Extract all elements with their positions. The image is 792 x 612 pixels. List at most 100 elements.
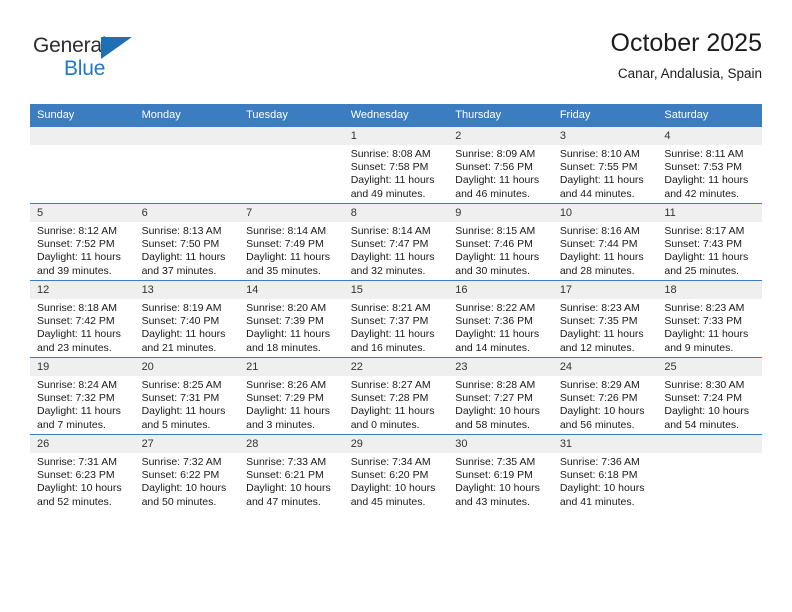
day-number: 30 — [448, 435, 553, 453]
calendar-week-row: 26 Sunrise: 7:31 AM Sunset: 6:23 PM Dayligh… — [30, 434, 762, 511]
daylight-duration-line1: Daylight: 11 hours — [455, 328, 540, 341]
calendar-day-cell[interactable]: 27 Sunrise: 7:32 AM Sunset: 6:22 PM Dayligh… — [134, 434, 240, 511]
calendar-day-cell[interactable]: 11 Sunrise: 8:17 AM Sunset: 7:43 PM Dayligh… — [657, 203, 762, 281]
day-number: 19 — [30, 358, 135, 376]
calendar-week-row: 5 Sunrise: 8:12 AM Sunset: 7:52 PM Daylight… — [30, 203, 762, 281]
day-number: 25 — [657, 358, 762, 376]
day-number: 4 — [657, 127, 762, 145]
daylight-duration-line2: and 35 minutes. — [246, 264, 321, 277]
day-sun-info: Sunrise: 8:21 AM Sunset: 7:37 PM Daylight:… — [344, 299, 449, 355]
daylight-duration-line1: Daylight: 11 hours — [141, 251, 226, 264]
day-number: 13 — [134, 281, 240, 299]
calendar-day-cell[interactable]: 16 Sunrise: 8:22 AM Sunset: 7:36 PM Dayligh… — [448, 280, 553, 358]
daylight-duration-line1: Daylight: 11 hours — [37, 405, 121, 418]
sunset-time: Sunset: 7:47 PM — [350, 238, 429, 251]
sunset-time: Sunset: 7:58 PM — [350, 161, 429, 174]
calendar-day-cell[interactable]: 31 Sunrise: 7:36 AM Sunset: 6:18 PM Dayligh… — [552, 434, 658, 511]
page-header: General Blue October 2025 Canar, Andalus… — [30, 28, 762, 98]
calendar-day-cell[interactable]: 18 Sunrise: 8:23 AM Sunset: 7:33 PM Dayligh… — [657, 280, 762, 358]
daylight-duration-line1: Daylight: 11 hours — [246, 405, 330, 418]
sunset-time: Sunset: 7:40 PM — [141, 315, 220, 328]
day-sun-info: Sunrise: 8:29 AM Sunset: 7:26 PM Daylight:… — [553, 376, 658, 432]
calendar-day-cell[interactable]: 20 Sunrise: 8:25 AM Sunset: 7:31 PM Dayligh… — [134, 357, 240, 435]
sunset-time: Sunset: 7:33 PM — [664, 315, 743, 328]
weekday-header-wednesday: Wednesday — [343, 104, 449, 127]
sunset-time: Sunset: 7:46 PM — [455, 238, 533, 251]
day-number: 23 — [448, 358, 553, 376]
daylight-duration-line1: Daylight: 11 hours — [350, 174, 435, 187]
daylight-duration-line2: and 52 minutes. — [37, 495, 112, 508]
sunset-time: Sunset: 7:49 PM — [246, 238, 324, 251]
daylight-duration-line1: Daylight: 11 hours — [246, 328, 330, 341]
day-number: 20 — [134, 358, 240, 376]
calendar-week-row: 19 Sunrise: 8:24 AM Sunset: 7:32 PM Dayligh… — [30, 357, 762, 435]
calendar-day-cell[interactable]: 9 Sunrise: 8:15 AM Sunset: 7:46 PM Daylight… — [448, 203, 553, 281]
calendar-day-cell[interactable]: 22 Sunrise: 8:27 AM Sunset: 7:28 PM Dayligh… — [343, 357, 449, 435]
calendar-day-cell[interactable]: 5 Sunrise: 8:12 AM Sunset: 7:52 PM Daylight… — [30, 203, 135, 281]
day-number: 8 — [343, 204, 449, 222]
daylight-duration-line2: and 50 minutes. — [141, 495, 217, 508]
weekday-header-monday: Monday — [134, 104, 240, 127]
calendar-day-cell[interactable]: 28 Sunrise: 7:33 AM Sunset: 6:21 PM Dayligh… — [239, 434, 344, 511]
day-number — [134, 127, 240, 145]
calendar-day-cell[interactable]: 7 Sunrise: 8:14 AM Sunset: 7:49 PM Daylight… — [239, 203, 344, 281]
daylight-duration-line2: and 42 minutes. — [664, 187, 740, 200]
calendar-day-cell[interactable]: 1 Sunrise: 8:08 AM Sunset: 7:58 PM Daylight… — [343, 126, 449, 204]
sunrise-time: Sunrise: 7:35 AM — [455, 456, 536, 468]
calendar-day-cell[interactable]: 10 Sunrise: 8:16 AM Sunset: 7:44 PM Dayligh… — [552, 203, 658, 281]
general-blue-logo[interactable]: General Blue — [33, 34, 233, 90]
daylight-duration-line2: and 7 minutes. — [37, 418, 106, 431]
sunset-time: Sunset: 7:42 PM — [37, 315, 115, 328]
sunset-time: Sunset: 6:21 PM — [246, 469, 324, 482]
day-number: 1 — [343, 127, 449, 145]
sunset-time: Sunset: 7:43 PM — [664, 238, 743, 251]
calendar-day-cell[interactable]: 2 Sunrise: 8:09 AM Sunset: 7:56 PM Daylight… — [448, 126, 553, 204]
calendar-day-cell[interactable]: 30 Sunrise: 7:35 AM Sunset: 6:19 PM Dayligh… — [448, 434, 553, 511]
sunrise-time: Sunrise: 8:19 AM — [141, 302, 222, 314]
day-sun-info: Sunrise: 8:23 AM Sunset: 7:33 PM Daylight:… — [657, 299, 762, 355]
day-number: 24 — [552, 358, 658, 376]
sunset-time: Sunset: 7:44 PM — [559, 238, 638, 251]
sunrise-time: Sunrise: 8:14 AM — [246, 225, 327, 237]
day-sun-info: Sunrise: 8:18 AM Sunset: 7:42 PM Daylight:… — [30, 299, 135, 355]
daylight-duration-line1: Daylight: 11 hours — [664, 251, 749, 264]
calendar-day-cell[interactable]: 24 Sunrise: 8:29 AM Sunset: 7:26 PM Dayligh… — [552, 357, 658, 435]
sunrise-time: Sunrise: 8:29 AM — [559, 379, 640, 391]
calendar-day-cell[interactable]: 4 Sunrise: 8:11 AM Sunset: 7:53 PM Daylight… — [657, 126, 762, 204]
calendar-day-cell[interactable]: 3 Sunrise: 8:10 AM Sunset: 7:55 PM Daylight… — [552, 126, 658, 204]
calendar-day-cell[interactable]: 19 Sunrise: 8:24 AM Sunset: 7:32 PM Dayligh… — [30, 357, 135, 435]
calendar-day-cell[interactable]: 15 Sunrise: 8:21 AM Sunset: 7:37 PM Dayligh… — [343, 280, 449, 358]
sunrise-time: Sunrise: 8:15 AM — [455, 225, 536, 237]
day-sun-info: Sunrise: 8:14 AM Sunset: 7:49 PM Daylight:… — [239, 222, 344, 278]
sunrise-time: Sunrise: 8:23 AM — [559, 302, 640, 314]
calendar-day-cell[interactable]: 8 Sunrise: 8:14 AM Sunset: 7:47 PM Daylight… — [343, 203, 449, 281]
calendar-day-cell[interactable]: 26 Sunrise: 7:31 AM Sunset: 6:23 PM Dayligh… — [30, 434, 135, 511]
calendar-day-cell[interactable]: 25 Sunrise: 8:30 AM Sunset: 7:24 PM Dayligh… — [657, 357, 762, 435]
day-sun-info: Sunrise: 8:22 AM Sunset: 7:36 PM Daylight:… — [448, 299, 553, 355]
calendar-day-cell[interactable]: 29 Sunrise: 7:34 AM Sunset: 6:20 PM Dayligh… — [343, 434, 449, 511]
calendar-day-cell[interactable]: 17 Sunrise: 8:23 AM Sunset: 7:35 PM Dayligh… — [552, 280, 658, 358]
sunrise-time: Sunrise: 8:27 AM — [350, 379, 431, 391]
daylight-duration-line2: and 37 minutes. — [141, 264, 217, 277]
calendar-day-cell[interactable]: 21 Sunrise: 8:26 AM Sunset: 7:29 PM Dayligh… — [239, 357, 344, 435]
daylight-duration-line2: and 25 minutes. — [664, 264, 740, 277]
sunrise-time: Sunrise: 8:23 AM — [664, 302, 745, 314]
triangle-icon — [101, 37, 132, 59]
calendar-day-cell[interactable]: 12 Sunrise: 8:18 AM Sunset: 7:42 PM Dayligh… — [30, 280, 135, 358]
daylight-duration-line2: and 18 minutes. — [246, 341, 321, 354]
sunset-time: Sunset: 7:39 PM — [246, 315, 324, 328]
day-sun-info: Sunrise: 7:36 AM Sunset: 6:18 PM Daylight:… — [553, 453, 658, 509]
daylight-duration-line2: and 0 minutes. — [350, 418, 420, 431]
calendar-day-cell[interactable]: 14 Sunrise: 8:20 AM Sunset: 7:39 PM Dayligh… — [239, 280, 344, 358]
calendar-day-cell[interactable]: 6 Sunrise: 8:13 AM Sunset: 7:50 PM Daylight… — [134, 203, 240, 281]
calendar-day-cell[interactable]: 13 Sunrise: 8:19 AM Sunset: 7:40 PM Dayligh… — [134, 280, 240, 358]
sunset-time: Sunset: 7:26 PM — [559, 392, 638, 405]
calendar-day-cell[interactable]: 23 Sunrise: 8:28 AM Sunset: 7:27 PM Dayligh… — [448, 357, 553, 435]
day-number: 18 — [657, 281, 762, 299]
sunset-time: Sunset: 7:37 PM — [350, 315, 429, 328]
page-title: October 2025 — [610, 29, 763, 57]
day-number: 31 — [552, 435, 658, 453]
sunrise-time: Sunrise: 8:14 AM — [350, 225, 431, 237]
daylight-duration-line2: and 46 minutes. — [455, 187, 530, 200]
daylight-duration-line1: Daylight: 11 hours — [559, 174, 644, 187]
